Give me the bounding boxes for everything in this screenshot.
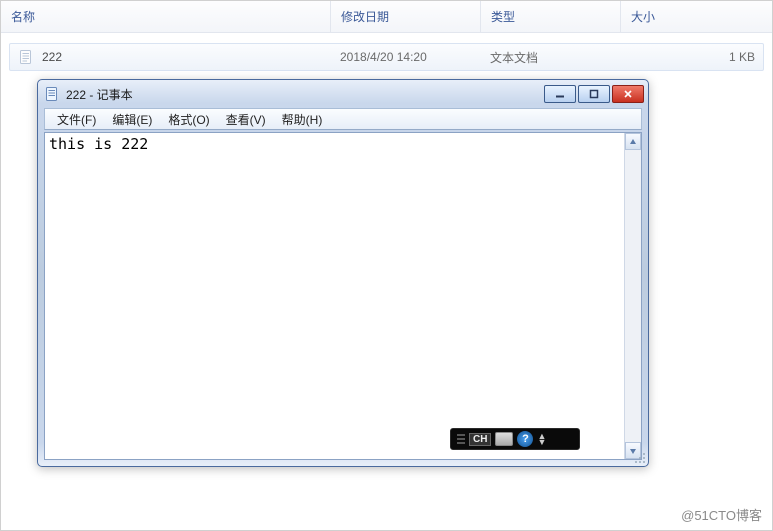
ime-help-icon[interactable]: ?: [517, 431, 533, 447]
column-header-date[interactable]: 修改日期: [331, 1, 481, 32]
file-date: 2018/4/20 14:20: [340, 50, 427, 64]
menu-format[interactable]: 格式(O): [160, 109, 217, 130]
minimize-button[interactable]: [544, 85, 576, 103]
keyboard-icon[interactable]: [495, 432, 513, 446]
menubar: 文件(F) 编辑(E) 格式(O) 查看(V) 帮助(H): [44, 108, 642, 130]
titlebar[interactable]: 222 - 记事本: [38, 80, 648, 108]
explorer-column-headers: 名称 修改日期 类型 大小: [1, 1, 772, 33]
column-header-label: 类型: [491, 8, 515, 25]
ime-language-indicator[interactable]: CH: [469, 433, 491, 446]
menu-file[interactable]: 文件(F): [49, 109, 104, 130]
ime-options-icon[interactable]: ▲▼: [537, 433, 544, 445]
maximize-button[interactable]: [578, 85, 610, 103]
file-type: 文本文档: [490, 49, 538, 66]
column-header-label: 大小: [631, 8, 655, 25]
menu-edit[interactable]: 编辑(E): [104, 109, 160, 130]
window-title: 222 - 记事本: [66, 86, 544, 103]
notepad-icon: [44, 86, 60, 102]
menu-help[interactable]: 帮助(H): [274, 109, 331, 130]
editor-area: [44, 132, 642, 460]
file-size: 1 KB: [729, 50, 755, 64]
column-header-name[interactable]: 名称: [1, 1, 331, 32]
column-header-size[interactable]: 大小: [621, 1, 772, 32]
ime-drag-handle-icon[interactable]: [457, 434, 465, 444]
file-name: 222: [42, 50, 62, 64]
ime-toolbar[interactable]: CH ? ▲▼: [450, 428, 580, 450]
vertical-scrollbar[interactable]: [624, 133, 641, 459]
menu-view[interactable]: 查看(V): [218, 109, 274, 130]
scroll-up-button[interactable]: [625, 133, 641, 150]
scroll-down-button[interactable]: [625, 442, 641, 459]
notepad-window: 222 - 记事本 文件(F) 编辑(E) 格式(O) 查看(V) 帮助(H): [37, 79, 649, 467]
column-header-label: 名称: [11, 8, 35, 25]
column-header-type[interactable]: 类型: [481, 1, 621, 32]
column-header-label: 修改日期: [341, 8, 389, 25]
text-file-icon: [18, 49, 34, 65]
watermark: @51CTO博客: [681, 505, 762, 524]
text-editor[interactable]: [45, 133, 624, 459]
close-button[interactable]: [612, 85, 644, 103]
file-row[interactable]: 222 2018/4/20 14:20 文本文档 1 KB: [9, 43, 764, 71]
